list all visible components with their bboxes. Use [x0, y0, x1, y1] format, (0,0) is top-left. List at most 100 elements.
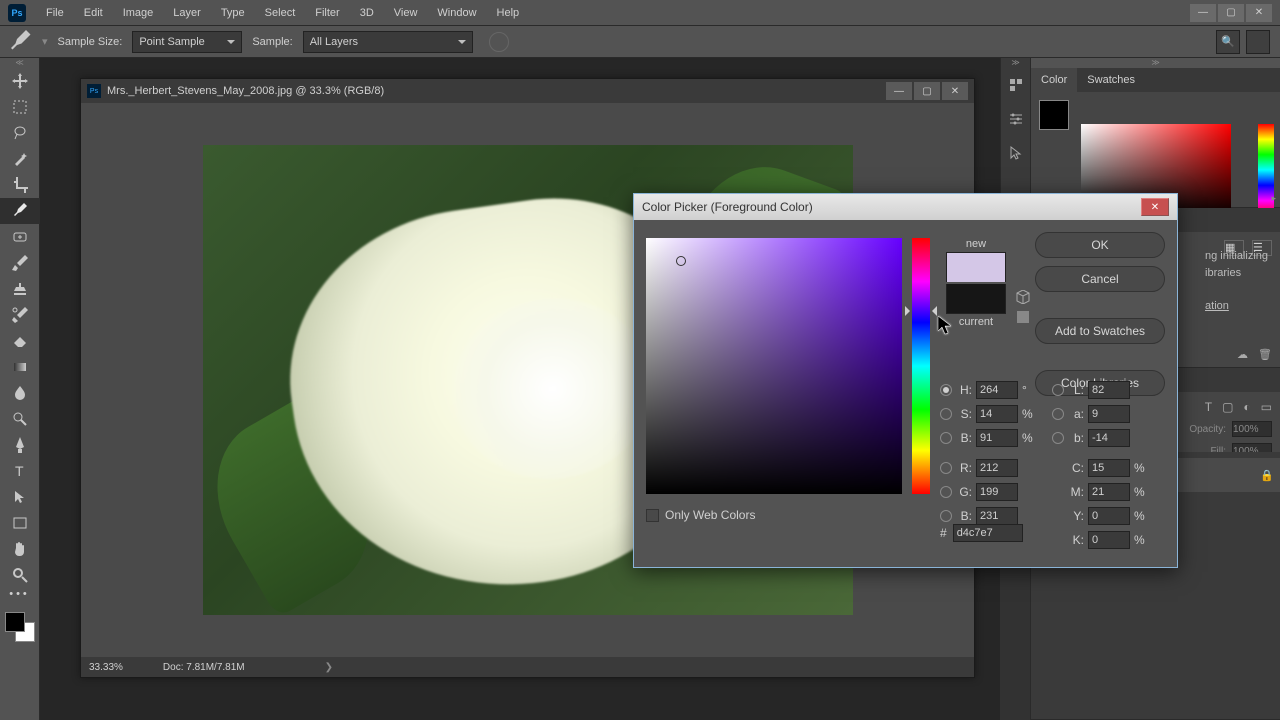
foreground-color-swatch[interactable] [5, 612, 25, 632]
bl-radio[interactable] [1052, 432, 1064, 444]
search-icon[interactable]: 🔍 [1216, 30, 1240, 54]
dialog-titlebar[interactable]: Color Picker (Foreground Color) ✕ [634, 194, 1177, 220]
y-input[interactable] [1088, 507, 1130, 525]
k-input[interactable] [1088, 531, 1130, 549]
menu-view[interactable]: View [384, 0, 428, 25]
window-maximize[interactable]: ▢ [1218, 4, 1244, 22]
menu-3d[interactable]: 3D [350, 0, 384, 25]
clone-stamp-tool[interactable] [0, 276, 40, 302]
menu-select[interactable]: Select [255, 0, 306, 25]
chevron-right-icon[interactable]: ❯ [325, 662, 333, 673]
s-input[interactable] [976, 405, 1018, 423]
toolbox-handle[interactable]: ≪ [0, 58, 39, 68]
sample-size-select[interactable]: Point Sample [132, 31, 242, 53]
type-tool-icon[interactable]: T [1205, 400, 1212, 414]
bb-input[interactable] [976, 507, 1018, 525]
opacity-input[interactable] [1232, 421, 1272, 437]
brush-tool[interactable] [0, 250, 40, 276]
c-input[interactable] [1088, 459, 1130, 477]
hand-tool[interactable] [0, 536, 40, 562]
character-panel-icon[interactable] [1001, 136, 1031, 170]
trash-icon[interactable]: 🗑 [1258, 348, 1272, 361]
ok-button[interactable]: OK [1035, 232, 1165, 258]
doc-maximize[interactable]: ▢ [914, 82, 940, 100]
crop-tool[interactable] [0, 172, 40, 198]
rectangle-tool[interactable] [0, 510, 40, 536]
path-selection-tool[interactable] [0, 484, 40, 510]
eyedropper-tool[interactable] [0, 198, 40, 224]
g-input[interactable] [976, 483, 1018, 501]
bv-radio[interactable] [940, 432, 952, 444]
layers-filter-icon-2[interactable]: ◐ [1243, 400, 1250, 414]
tab-color[interactable]: Color [1031, 68, 1077, 92]
current-color-swatch[interactable] [946, 284, 1006, 314]
document-titlebar[interactable]: Ps Mrs._Herbert_Stevens_May_2008.jpg @ 3… [81, 79, 974, 103]
s-radio[interactable] [940, 408, 952, 420]
right-panels-handle[interactable]: ≫ [1031, 58, 1280, 68]
move-tool[interactable] [0, 68, 40, 94]
menu-file[interactable]: File [36, 0, 74, 25]
dialog-close-button[interactable]: ✕ [1141, 198, 1169, 216]
h-radio[interactable] [940, 384, 952, 396]
menu-image[interactable]: Image [113, 0, 164, 25]
magic-wand-tool[interactable] [0, 146, 40, 172]
toolbox-more[interactable]: ••• [0, 588, 39, 608]
tab-swatches[interactable]: Swatches [1077, 68, 1145, 92]
window-close[interactable]: ✕ [1246, 4, 1272, 22]
cloud-icon[interactable]: ☁ [1237, 348, 1248, 361]
window-minimize[interactable]: — [1190, 4, 1216, 22]
marquee-tool[interactable] [0, 94, 40, 120]
layers-filter-icon[interactable]: ▢ [1222, 400, 1233, 414]
show-sampling-ring-icon[interactable] [489, 32, 509, 52]
a-input[interactable] [1088, 405, 1130, 423]
chevron-right-icon[interactable]: ▸ [1271, 193, 1276, 204]
menu-help[interactable]: Help [487, 0, 530, 25]
menu-window[interactable]: Window [427, 0, 486, 25]
libraries-link[interactable]: ation [1205, 300, 1229, 312]
m-input[interactable] [1088, 483, 1130, 501]
hex-input[interactable] [953, 524, 1023, 542]
bb-radio[interactable] [940, 510, 952, 522]
bl-input[interactable] [1088, 429, 1130, 447]
websafe-icon[interactable] [1016, 310, 1030, 324]
menu-edit[interactable]: Edit [74, 0, 113, 25]
l-radio[interactable] [1052, 384, 1064, 396]
l-input[interactable] [1088, 381, 1130, 399]
lasso-tool[interactable] [0, 120, 40, 146]
a-radio[interactable] [1052, 408, 1064, 420]
sample-select[interactable]: All Layers [303, 31, 473, 53]
panels-handle[interactable]: ≫ [1001, 58, 1030, 68]
add-swatches-button[interactable]: Add to Swatches [1035, 318, 1165, 344]
h-input[interactable] [976, 381, 1018, 399]
foreground-background-swatch[interactable] [5, 612, 35, 642]
menu-type[interactable]: Type [211, 0, 255, 25]
doc-minimize[interactable]: — [886, 82, 912, 100]
cancel-button[interactable]: Cancel [1035, 266, 1165, 292]
menu-layer[interactable]: Layer [163, 0, 211, 25]
r-radio[interactable] [940, 462, 952, 474]
blur-tool[interactable] [0, 380, 40, 406]
doc-info[interactable]: Doc: 7.81M/7.81M [163, 662, 245, 673]
doc-close[interactable]: ✕ [942, 82, 968, 100]
dodge-tool[interactable] [0, 406, 40, 432]
gradient-tool[interactable] [0, 354, 40, 380]
bv-input[interactable] [976, 429, 1018, 447]
g-radio[interactable] [940, 486, 952, 498]
r-input[interactable] [976, 459, 1018, 477]
color-swatch[interactable] [1039, 100, 1069, 130]
menu-filter[interactable]: Filter [305, 0, 349, 25]
cube-icon[interactable] [1016, 290, 1030, 304]
lock-icon[interactable]: 🔒 [1260, 469, 1272, 482]
only-web-colors-checkbox[interactable] [646, 509, 659, 522]
workspace-button[interactable] [1246, 30, 1270, 54]
saturation-value-field[interactable] [646, 238, 902, 494]
history-panel-icon[interactable] [1001, 68, 1031, 102]
zoom-tool[interactable] [0, 562, 40, 588]
zoom-level[interactable]: 33.33% [89, 662, 123, 673]
history-brush-tool[interactable] [0, 302, 40, 328]
layers-toggle[interactable]: ▭ [1261, 400, 1272, 414]
type-tool[interactable]: T [0, 458, 40, 484]
eraser-tool[interactable] [0, 328, 40, 354]
pen-tool[interactable] [0, 432, 40, 458]
healing-brush-tool[interactable] [0, 224, 40, 250]
